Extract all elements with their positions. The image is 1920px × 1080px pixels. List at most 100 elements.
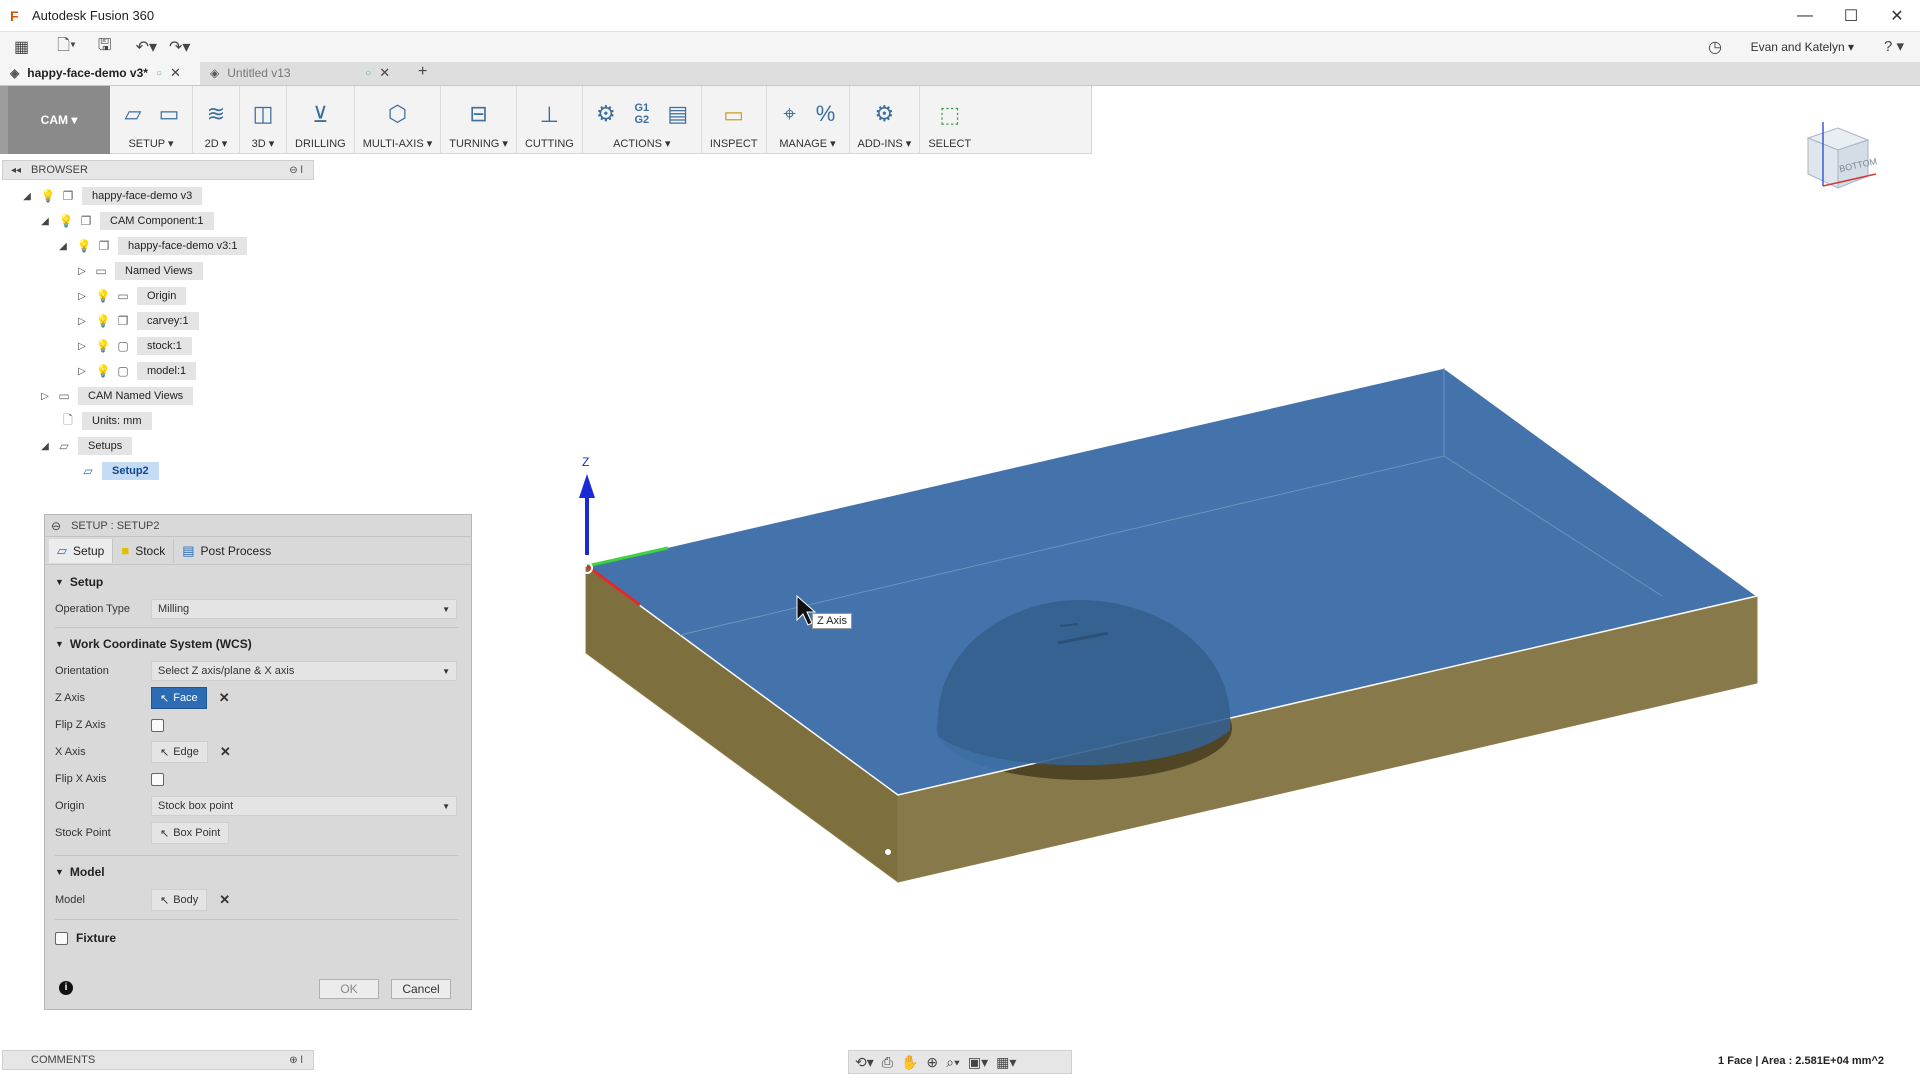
tree-item[interactable]: ▷ 💡 ▢ stock:1 bbox=[75, 336, 192, 356]
ribbon-group-2d[interactable]: ≋ 2D ▾ bbox=[193, 86, 240, 154]
model-selection-button[interactable]: ↖ Body bbox=[151, 889, 208, 911]
visibility-bulb-icon[interactable]: 💡 bbox=[95, 314, 111, 328]
user-account-menu[interactable]: Evan and Katelyn ▾ bbox=[1751, 40, 1854, 54]
drill-icon[interactable]: ⊻ bbox=[305, 100, 335, 130]
clear-selection-icon[interactable]: ✕ bbox=[219, 690, 230, 706]
tree-item[interactable]: ◢ 💡 ❐ happy-face-demo v3:1 bbox=[56, 236, 248, 256]
orbit-icon[interactable]: ⟲▾ bbox=[855, 1054, 874, 1071]
3d-surface-icon[interactable]: ◫ bbox=[248, 99, 278, 129]
add-comment-icon[interactable]: ⊕ ǀ bbox=[289, 1055, 303, 1066]
tab-stock[interactable]: ■ Stock bbox=[113, 538, 175, 563]
workspace-switcher[interactable]: CAM ▾ bbox=[0, 86, 110, 154]
visibility-bulb-icon[interactable]: 💡 bbox=[95, 289, 111, 303]
flip-z-checkbox[interactable] bbox=[151, 718, 164, 732]
tree-item-selected[interactable]: ▱ Setup2 bbox=[76, 461, 159, 481]
ribbon-group-drilling[interactable]: ⊻ DRILLING bbox=[287, 86, 355, 154]
simulate-icon[interactable]: ⚙ bbox=[591, 99, 621, 129]
section-wcs[interactable]: ▼ Work Coordinate System (WCS) bbox=[55, 637, 252, 651]
tree-item[interactable]: ▷ ▭ Named Views bbox=[75, 261, 203, 281]
tree-item[interactable]: ▷ ▭ CAM Named Views bbox=[38, 386, 194, 406]
collapsed-triangle-icon[interactable]: ▷ bbox=[75, 366, 89, 377]
turning-icon[interactable]: ⊟ bbox=[464, 99, 494, 129]
tree-item[interactable]: ▷ 💡 ❐ carvey:1 bbox=[75, 311, 199, 331]
ribbon-group-addins[interactable]: ⚙ ADD-INS ▾ bbox=[850, 86, 921, 154]
flip-x-checkbox[interactable] bbox=[151, 772, 164, 786]
ribbon-group-multi-axis[interactable]: ⬡ MULTI-AXIS ▾ bbox=[355, 86, 442, 154]
fixture-checkbox[interactable] bbox=[55, 931, 68, 945]
new-tab-icon[interactable]: + bbox=[418, 61, 427, 85]
tree-item[interactable]: ▷ 💡 ▢ model:1 bbox=[75, 361, 197, 381]
ribbon-group-cutting[interactable]: ⊥ CUTTING bbox=[517, 86, 583, 154]
tree-item[interactable]: ▷ 💡 ▭ Origin bbox=[75, 286, 187, 306]
ribbon-group-inspect[interactable]: ▭ INSPECT bbox=[702, 86, 767, 154]
cutting-icon[interactable]: ⊥ bbox=[534, 100, 564, 130]
ok-button[interactable]: OK bbox=[319, 979, 379, 999]
look-at-icon[interactable]: ⎙ bbox=[882, 1054, 893, 1071]
g1g2-icon[interactable]: G1 G2 bbox=[627, 99, 657, 129]
view-cube[interactable]: BOTTOM bbox=[1798, 116, 1878, 196]
x-axis-selection-button[interactable]: ↖ Edge bbox=[151, 741, 208, 763]
collapse-dialog-icon[interactable]: ⊖ bbox=[51, 519, 61, 533]
maximize-button[interactable]: ☐ bbox=[1828, 0, 1874, 32]
help-icon[interactable]: ? ▾ bbox=[1884, 37, 1904, 55]
clear-selection-icon[interactable]: ✕ bbox=[220, 744, 231, 760]
close-tab-icon[interactable]: ✕ bbox=[379, 65, 390, 81]
ribbon-group-manage[interactable]: ⌖ % MANAGE ▾ bbox=[767, 86, 850, 154]
close-button[interactable]: ✕ bbox=[1874, 0, 1920, 32]
collapsed-triangle-icon[interactable]: ▷ bbox=[75, 266, 89, 277]
tree-item[interactable]: ◢ 💡 ❐ happy-face-demo v3 bbox=[20, 186, 203, 206]
section-fixture[interactable]: Fixture bbox=[55, 931, 116, 945]
pin-icon[interactable]: ⊖ ǀ bbox=[289, 165, 303, 176]
expanded-triangle-icon[interactable]: ◢ bbox=[38, 441, 52, 452]
select-icon[interactable]: ⬚ bbox=[935, 100, 965, 130]
close-tab-icon[interactable]: ✕ bbox=[170, 65, 181, 81]
tool-library-icon[interactable]: ⌖ bbox=[775, 99, 805, 129]
collapse-panel-icon[interactable]: ◂◂ bbox=[11, 165, 21, 176]
ribbon-group-actions[interactable]: ⚙ G1 G2 ▤ ACTIONS ▾ bbox=[583, 86, 702, 154]
ruler-icon[interactable]: ▭ bbox=[719, 100, 749, 130]
collapsed-triangle-icon[interactable]: ▷ bbox=[75, 316, 89, 327]
ribbon-group-select[interactable]: ⬚ SELECT bbox=[920, 86, 979, 154]
tree-item[interactable]: 🗋 Units: mm bbox=[56, 411, 152, 431]
open-folder-icon[interactable]: ▭ bbox=[154, 99, 184, 129]
visibility-bulb-icon[interactable]: 💡 bbox=[95, 339, 111, 353]
clear-selection-icon[interactable]: ✕ bbox=[219, 892, 230, 908]
ribbon-group-3d[interactable]: ◫ 3D ▾ bbox=[240, 86, 287, 154]
display-settings-icon[interactable]: ▣▾ bbox=[968, 1054, 988, 1071]
ribbon-group-turning[interactable]: ⊟ TURNING ▾ bbox=[441, 86, 517, 154]
section-model[interactable]: ▼ Model bbox=[55, 865, 105, 879]
addins-icon[interactable]: ⚙ bbox=[869, 99, 899, 129]
collapsed-triangle-icon[interactable]: ▷ bbox=[75, 291, 89, 302]
expanded-triangle-icon[interactable]: ◢ bbox=[20, 191, 34, 202]
tab-post-process[interactable]: ▤ Post Process bbox=[174, 539, 279, 563]
stock-point-selection-button[interactable]: ↖ Box Point bbox=[151, 822, 230, 844]
section-setup[interactable]: ▼ Setup bbox=[55, 575, 103, 589]
visibility-bulb-icon[interactable]: 💡 bbox=[76, 239, 92, 253]
setup-icon[interactable]: ▱ bbox=[118, 99, 148, 129]
minimize-button[interactable]: — bbox=[1782, 0, 1828, 32]
tree-item[interactable]: ◢ 💡 ❐ CAM Component:1 bbox=[38, 211, 214, 231]
job-status-icon[interactable]: ◷ bbox=[1708, 37, 1722, 57]
z-axis-selection-button[interactable]: ↖ Face bbox=[151, 687, 207, 709]
tree-item[interactable]: ◢ ▱ Setups bbox=[38, 436, 133, 456]
expanded-triangle-icon[interactable]: ◢ bbox=[38, 216, 52, 227]
collapsed-triangle-icon[interactable]: ▷ bbox=[75, 341, 89, 352]
2d-layers-icon[interactable]: ≋ bbox=[201, 99, 231, 129]
orientation-select[interactable]: Select Z axis/plane & X axis ▼ bbox=[151, 661, 457, 681]
origin-select[interactable]: Stock box point ▼ bbox=[151, 796, 457, 816]
comments-panel[interactable]: COMMENTS ⊕ ǀ bbox=[2, 1050, 314, 1070]
visibility-bulb-icon[interactable]: 💡 bbox=[40, 189, 56, 203]
operation-type-select[interactable]: Milling ▼ bbox=[151, 599, 457, 619]
tab-untitled[interactable]: ◈ Untitled v13 ○ ✕ bbox=[200, 61, 410, 85]
tab-happy-face-demo[interactable]: ◈ happy-face-demo v3* ○ ✕ bbox=[0, 61, 200, 85]
tab-setup[interactable]: ▱ Setup bbox=[49, 538, 114, 563]
undo-icon[interactable]: ↶▾ bbox=[136, 37, 157, 57]
zoom-icon[interactable]: ⊕ bbox=[926, 1054, 938, 1071]
collapsed-triangle-icon[interactable]: ▷ bbox=[38, 391, 52, 402]
expanded-triangle-icon[interactable]: ◢ bbox=[56, 241, 70, 252]
app-grid-icon[interactable]: ▦ bbox=[14, 37, 29, 57]
ribbon-group-setup[interactable]: ▱ ▭ SETUP ▾ bbox=[110, 86, 193, 154]
visibility-bulb-icon[interactable]: 💡 bbox=[58, 214, 74, 228]
info-icon[interactable]: i bbox=[59, 981, 73, 995]
visibility-bulb-icon[interactable]: 💡 bbox=[95, 364, 111, 378]
